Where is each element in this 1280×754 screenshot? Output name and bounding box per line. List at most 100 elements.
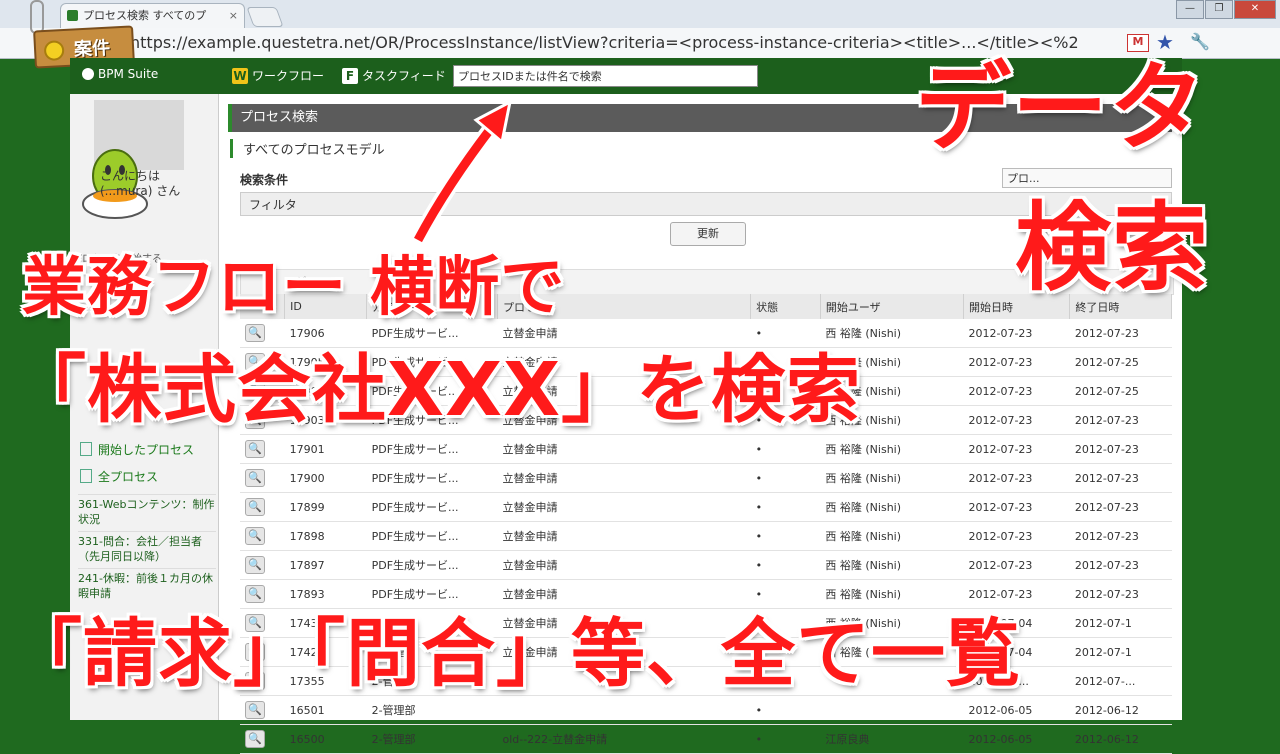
new-tab-button[interactable] xyxy=(246,7,284,27)
table-cell: 2012-07-23 xyxy=(1069,434,1172,464)
table-cell: 2012-07-23 xyxy=(1069,463,1172,493)
saved-filter-link[interactable]: 331-問合：会社／担当者（先月同日以降） xyxy=(78,531,216,564)
table-cell: 2012-07-23 xyxy=(1069,319,1172,348)
table-cell: 2012-07-23 xyxy=(1069,405,1172,435)
sign-dot-icon xyxy=(43,40,65,62)
workflow-icon: W xyxy=(232,68,248,84)
view-detail-icon[interactable]: 🔍 xyxy=(245,498,265,516)
view-detail-icon[interactable]: 🔍 xyxy=(245,469,265,487)
table-cell: 2012-07-25 xyxy=(1069,376,1172,406)
table-row[interactable]: 🔍 17898 PDF生成サービ... 立替金申請 • 西 裕隆 (Nishi) 2012-… xyxy=(240,521,1172,551)
view-detail-icon[interactable]: 🔍 xyxy=(245,730,265,748)
overlay-data: データ xyxy=(915,52,1206,164)
overlay-mid-line1: 業務フロー 横断で xyxy=(22,251,566,325)
browser-tab-strip: プロセス検索 すべてのプ × — ❐ ✕ xyxy=(0,0,1280,28)
view-cell: 🔍 xyxy=(240,550,285,580)
maximize-button[interactable]: ❐ xyxy=(1205,0,1233,19)
table-cell: PDF生成サービ... xyxy=(366,463,498,493)
table-cell: 2-管理部 xyxy=(366,724,498,754)
table-cell: 2012-07-23 xyxy=(963,319,1070,348)
table-cell: 2012-07-23 xyxy=(963,492,1070,522)
table-cell: PDF生成サービ... xyxy=(366,492,498,522)
table-row[interactable]: 🔍 17900 PDF生成サービ... 立替金申請 • 西 裕隆 (Nishi) 2012-… xyxy=(240,463,1172,493)
sidebar-item-all[interactable]: 全プロセス xyxy=(80,468,158,485)
table-cell: 17898 xyxy=(284,521,367,551)
window-controls: — ❐ ✕ xyxy=(1176,0,1276,19)
pin-icon xyxy=(30,0,44,34)
favicon-icon xyxy=(67,10,78,21)
view-cell: 🔍 xyxy=(240,724,285,754)
table-cell: 2012-07-23 xyxy=(1069,492,1172,522)
nav-workflow-label: ワークフロー xyxy=(252,69,325,83)
table-cell: 17901 xyxy=(284,434,367,464)
list-icon xyxy=(80,469,92,483)
table-cell: 立替金申請 xyxy=(497,492,751,522)
table-cell: 2012-07-23 xyxy=(963,405,1070,435)
table-cell: PDF生成サービ... xyxy=(366,550,498,580)
table-cell: 2012-07-23 xyxy=(963,347,1070,377)
status-icon: • xyxy=(750,521,821,551)
list-icon xyxy=(80,442,92,456)
nav-workflow[interactable]: W ワークフロー xyxy=(232,67,324,84)
table-cell: 2012-06-12 xyxy=(1069,724,1172,754)
saved-filter-link[interactable]: 361-Webコンテンツ：制作状況 xyxy=(78,494,216,527)
status-icon: • xyxy=(750,434,821,464)
table-cell: 西 裕隆 (Nishi) xyxy=(820,463,964,493)
sidebar-item-started[interactable]: 開始したプロセス xyxy=(80,441,194,458)
view-cell: 🔍 xyxy=(240,463,285,493)
minimize-button[interactable]: — xyxy=(1176,0,1204,19)
table-cell: 2012-07-23 xyxy=(963,463,1070,493)
greeting-line1: こんにちは xyxy=(100,169,161,183)
table-row[interactable]: 🔍 17901 PDF生成サービ... 立替金申請 • 西 裕隆 (Nishi) 2012-… xyxy=(240,434,1172,464)
close-window-button[interactable]: ✕ xyxy=(1234,0,1276,19)
column-header[interactable]: 状態 xyxy=(750,294,821,319)
view-detail-icon[interactable]: 🔍 xyxy=(245,701,265,719)
table-cell: 2012-07-1 xyxy=(1069,608,1172,638)
app-logo[interactable]: BPM Suite xyxy=(82,67,158,81)
table-cell: 17899 xyxy=(284,492,367,522)
table-cell: 17897 xyxy=(284,550,367,580)
nav-taskfeed-label: タスクフィード xyxy=(362,69,446,83)
view-detail-icon[interactable]: 🔍 xyxy=(245,440,265,458)
view-detail-icon[interactable]: 🔍 xyxy=(245,556,265,574)
table-cell: 西 裕隆 (Nishi) xyxy=(820,492,964,522)
table-cell: 2012-07-23 xyxy=(963,376,1070,406)
subtitle: すべてのプロセスモデル xyxy=(230,139,385,158)
table-cell: 2012-07-... xyxy=(1069,666,1172,696)
table-cell: 2012-07-1 xyxy=(1069,637,1172,667)
table-row[interactable]: 🔍 17897 PDF生成サービ... 立替金申請 • 西 裕隆 (Nishi) 2012-… xyxy=(240,550,1172,580)
status-icon: • xyxy=(750,724,821,754)
update-button[interactable]: 更新 xyxy=(670,222,746,246)
table-cell: 立替金申請 xyxy=(497,521,751,551)
greeting-line2: (...mura) さん xyxy=(100,184,181,198)
status-icon: • xyxy=(750,492,821,522)
table-cell: 2012-06-05 xyxy=(963,724,1070,754)
nav-taskfeed[interactable]: F タスクフィード xyxy=(342,67,446,84)
taskfeed-icon: F xyxy=(342,68,358,84)
table-row[interactable]: 🔍 17899 PDF生成サービ... 立替金申請 • 西 裕隆 (Nishi) 2012-… xyxy=(240,492,1172,522)
process-search-input[interactable]: プロセスIDまたは件名で検索 xyxy=(453,65,758,87)
sidebar-item-label: 全プロセス xyxy=(98,470,159,484)
tab-title: プロセス検索 すべてのプ xyxy=(83,9,207,22)
view-detail-icon[interactable]: 🔍 xyxy=(245,527,265,545)
table-cell: 西 裕隆 (Nishi) xyxy=(820,550,964,580)
table-cell: 16500 xyxy=(284,724,367,754)
table-cell: 立替金申請 xyxy=(497,550,751,580)
table-row[interactable]: 🔍 16500 2-管理部 old--222-立替金申請 • 江原良典 2012-06-05… xyxy=(240,724,1172,754)
table-cell: 2012-07-25 xyxy=(1069,347,1172,377)
status-icon: • xyxy=(750,463,821,493)
table-cell: 西 裕隆 (Nishi) xyxy=(820,521,964,551)
logo-text: BPM Suite xyxy=(98,67,159,81)
overlay-mid-line2: 「株式会社XXX」を検索 xyxy=(12,347,862,433)
browser-tab[interactable]: プロセス検索 すべてのプ × xyxy=(60,3,245,28)
table-cell: 立替金申請 xyxy=(497,434,751,464)
table-cell: PDF生成サービ... xyxy=(366,434,498,464)
table-cell: old--222-立替金申請 xyxy=(497,724,751,754)
tab-close-icon[interactable]: × xyxy=(229,4,238,28)
table-cell: 2012-07-23 xyxy=(1069,521,1172,551)
view-cell: 🔍 xyxy=(240,434,285,464)
view-cell: 🔍 xyxy=(240,492,285,522)
column-header[interactable]: 開始ユーザ xyxy=(820,294,965,319)
arrow-icon xyxy=(410,100,512,244)
criteria-label: 検索条件 xyxy=(240,173,289,187)
